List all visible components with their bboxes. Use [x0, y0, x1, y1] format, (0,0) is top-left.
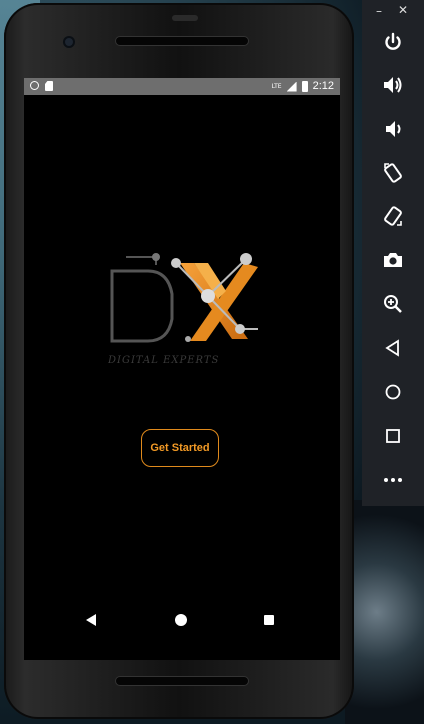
home-icon	[385, 384, 401, 400]
camera-icon	[384, 253, 402, 267]
nav-home-button[interactable]	[175, 614, 187, 626]
rotate-left-button[interactable]	[362, 153, 424, 193]
network-type-label: LTE	[271, 83, 282, 90]
logo-wordmark: DIGITAL EXPERTS	[108, 355, 220, 366]
phone-top-notch	[172, 15, 198, 21]
zoom-icon	[384, 295, 402, 313]
more-icon	[384, 478, 402, 482]
sync-icon	[30, 81, 39, 90]
power-icon	[385, 32, 401, 50]
desktop-wallpaper-detail	[345, 500, 424, 724]
emulator-toolbar: – ✕	[362, 0, 424, 506]
minimize-button[interactable]: –	[376, 4, 382, 18]
device-screen: LTE 2:12 DIGITAL EXPERTS Get Started	[24, 78, 340, 660]
volume-down-icon	[386, 121, 401, 137]
nav-back-button[interactable]	[86, 614, 96, 626]
screenshot-button[interactable]	[362, 240, 424, 280]
top-speaker-grille	[116, 37, 248, 45]
volume-up-button[interactable]	[362, 65, 424, 105]
rotate-right-icon	[384, 206, 402, 226]
overview-button[interactable]	[362, 416, 424, 456]
zoom-button[interactable]	[362, 284, 424, 324]
front-camera	[63, 36, 75, 48]
rotate-left-icon	[384, 163, 402, 183]
battery-icon	[301, 81, 308, 92]
home-button[interactable]	[362, 372, 424, 412]
signal-icon	[286, 81, 297, 92]
nav-recents-button[interactable]	[264, 615, 274, 625]
app-logo: DIGITAL EXPERTS	[108, 249, 258, 379]
overview-icon	[386, 429, 400, 443]
power-button[interactable]	[362, 22, 424, 62]
volume-down-button[interactable]	[362, 109, 424, 149]
rotate-right-button[interactable]	[362, 196, 424, 236]
status-bar: LTE 2:12	[24, 78, 340, 95]
close-button[interactable]: ✕	[398, 3, 408, 17]
logo-graphic	[110, 253, 258, 343]
bottom-speaker-grille	[116, 677, 248, 685]
status-time: 2:12	[312, 80, 334, 92]
volume-up-icon	[384, 77, 402, 93]
get-started-button[interactable]: Get Started	[141, 429, 219, 467]
back-button[interactable]	[362, 328, 424, 368]
back-icon	[385, 339, 399, 357]
sd-card-icon	[45, 81, 53, 91]
more-button[interactable]	[362, 460, 424, 500]
